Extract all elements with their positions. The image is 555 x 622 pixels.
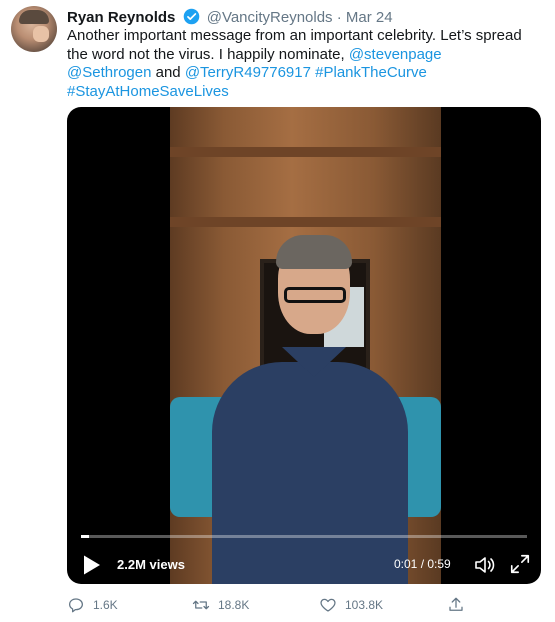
share-icon [449,597,463,611]
like-button[interactable]: 103.8K [319,595,383,615]
mention-stevenpage[interactable]: @stevenpage [349,46,442,63]
volume-icon[interactable] [473,553,497,577]
person-body [212,362,408,584]
like-count: 103.8K [345,598,384,612]
tweet-text: Another important message from an import… [67,27,537,101]
like-icon [320,598,336,612]
hashtag-plankthecurve[interactable]: #PlankTheCurve [315,64,427,81]
retweet-count: 18.8K [218,598,250,612]
tweet-actions: 1.6K 18.8K 103.8K [67,595,487,615]
video-progress-bar[interactable] [81,535,527,538]
tweet: Ryan Reynolds @VancityReynolds · Mar 24 … [0,0,555,622]
person-glasses [284,287,346,303]
hashtag-stayathomesavelives[interactable]: #StayAtHomeSaveLives [67,83,229,100]
author-handle[interactable]: @VancityReynolds [207,9,333,26]
video-frame [170,107,441,584]
tweet-text-and: and [155,64,181,81]
person-hair [276,235,352,269]
avatar-hair [19,10,49,24]
video-player[interactable]: 2.2M views 0:01 / 0:59 [67,107,541,584]
tweet-date[interactable]: Mar 24 [346,9,393,26]
separator-dot: · [336,9,342,26]
barn-beam [170,147,441,157]
video-time: 0:01 / 0:59 [394,557,451,571]
retweet-button[interactable]: 18.8K [192,595,249,615]
reply-icon [68,598,84,613]
author-name[interactable]: Ryan Reynolds [67,9,175,26]
video-views: 2.2M views [117,557,185,572]
barn-beam [170,217,441,227]
verified-badge-icon [183,8,199,25]
video-progress-fill [81,535,89,538]
retweet-icon [192,600,210,610]
mention-terryr[interactable]: @TerryR49776917 [185,64,311,81]
play-icon[interactable] [79,553,103,577]
tweet-text-body: Another important message from an import… [67,27,522,63]
share-button[interactable] [447,595,473,615]
fullscreen-icon[interactable] [509,553,531,575]
reply-button[interactable]: 1.6K [67,595,118,615]
tweet-header: Ryan Reynolds @VancityReynolds · Mar 24 [67,8,393,27]
mention-sethrogen[interactable]: @Sethrogen [67,64,151,81]
reply-count: 1.6K [93,598,118,612]
avatar[interactable] [11,6,57,52]
avatar-hand [33,26,49,42]
